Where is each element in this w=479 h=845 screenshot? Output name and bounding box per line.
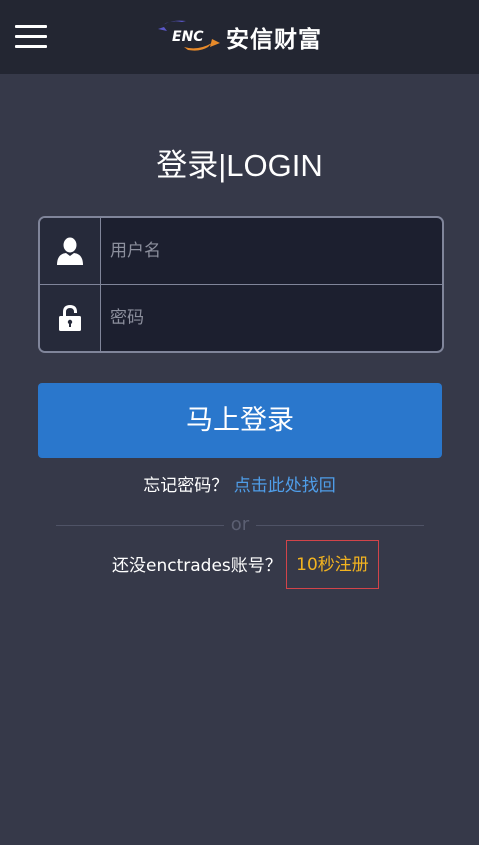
or-divider-text: or bbox=[230, 514, 250, 535]
password-input[interactable] bbox=[102, 285, 440, 351]
login-form bbox=[38, 216, 444, 353]
user-icon bbox=[57, 237, 83, 265]
signup-row: 还没enctrades账号？ 10秒注册 bbox=[0, 540, 479, 589]
brand-name: 安信财富 bbox=[226, 27, 322, 53]
recover-password-link[interactable]: 点击此处找回 bbox=[234, 476, 336, 496]
password-icon-cell bbox=[40, 285, 101, 351]
password-row bbox=[40, 285, 442, 351]
svg-text:ENC: ENC bbox=[172, 29, 204, 45]
login-button[interactable]: 马上登录 bbox=[38, 383, 442, 458]
forgot-password-row: 忘记密码？ 点击此处找回 bbox=[0, 474, 479, 498]
username-input[interactable] bbox=[102, 218, 440, 284]
divider-line-left bbox=[56, 525, 224, 526]
lock-icon bbox=[59, 305, 81, 331]
signup-prompt: 还没enctrades账号？ bbox=[112, 556, 282, 576]
username-icon-cell bbox=[40, 218, 101, 284]
app-header: ENC 安信财富 bbox=[0, 0, 479, 74]
forgot-password-prompt: 忘记密码？ bbox=[143, 476, 229, 496]
enc-logo-icon: ENC bbox=[158, 20, 220, 51]
register-link[interactable]: 10秒注册 bbox=[286, 540, 379, 589]
username-row bbox=[40, 218, 442, 284]
brand-logo[interactable]: ENC 安信财富 bbox=[158, 17, 333, 55]
divider-line-right bbox=[256, 525, 424, 526]
page-title: 登录|LOGIN bbox=[156, 148, 323, 183]
hamburger-menu-icon[interactable] bbox=[15, 25, 47, 49]
